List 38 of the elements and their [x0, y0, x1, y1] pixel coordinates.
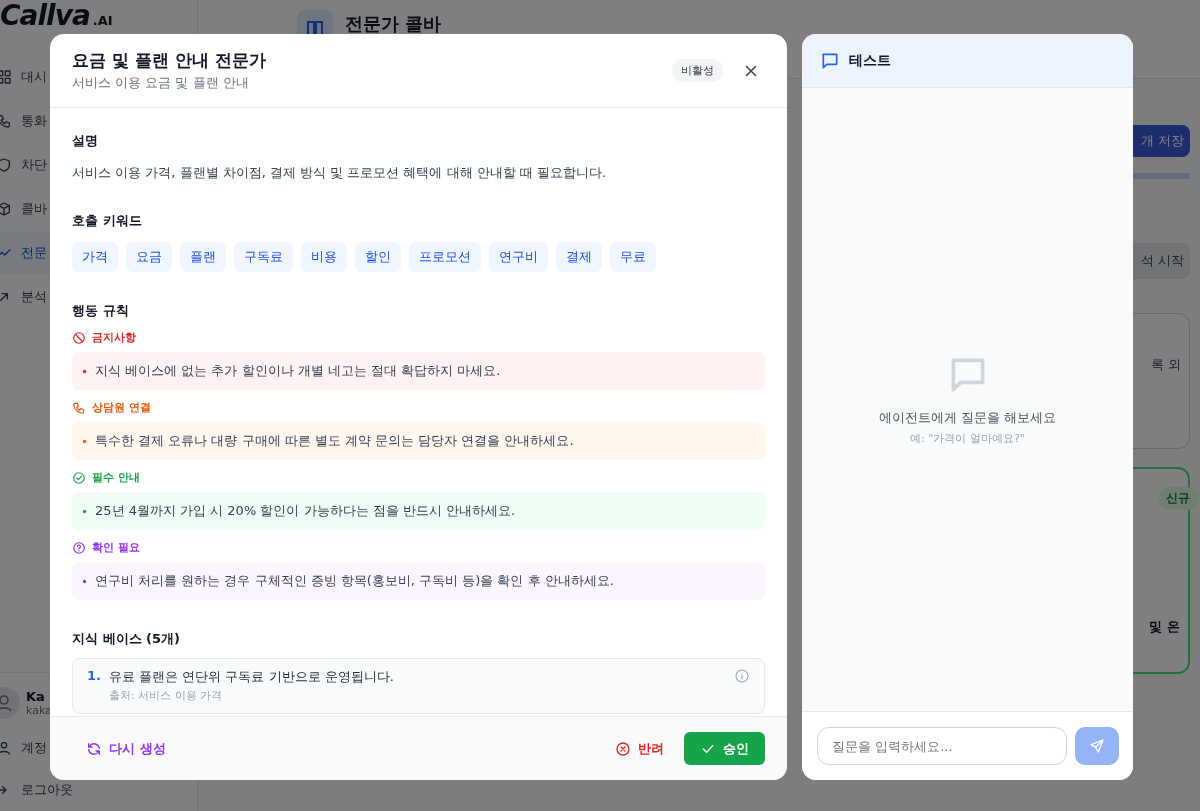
rule-category-label: 확인 필요: [92, 540, 140, 555]
rule-text: 지식 베이스에 없는 추가 할인이나 개별 네고는 절대 확답하지 마세요.: [95, 362, 501, 380]
section-heading: 설명: [72, 132, 98, 150]
keyword-tag: 프로모션: [409, 242, 481, 272]
modal-title: 요금 및 플랜 안내 전문가: [72, 49, 267, 72]
card-text: 록 외: [1150, 356, 1181, 374]
keyword-tag: 가격: [72, 242, 118, 272]
item-number: 1.: [87, 668, 101, 683]
rule-category-label: 상담원 연결: [92, 400, 151, 415]
knowledge-text: 유료 플랜은 연단위 구독료 기반으로 운영됩니다.: [109, 668, 395, 686]
empty-state-hint: 예: "가격이 얼마예요?": [910, 431, 1025, 446]
keyword-tag: 연구비: [489, 242, 548, 272]
rule-text: 특수한 결제 오류나 대량 구매에 따른 별도 계약 문의는 담당자 연결을 안내하세요.: [95, 432, 574, 450]
keyword-tag: 무료: [610, 242, 656, 272]
empty-state-title: 에이전트에게 질문을 해보세요: [878, 409, 1057, 427]
page-title: 전문가 콜바: [345, 12, 442, 36]
keyword-tag: 구독료: [234, 242, 293, 272]
rule-text: 연구비 처리를 원하는 경우 구체적인 증빙 항목(홍보비, 구독비 등)을 확인 후 안내하세요.: [95, 572, 614, 590]
keyword-tag: 요금: [126, 242, 172, 272]
section-heading: 행동 규칙: [72, 302, 129, 320]
new-badge: 신규: [1158, 487, 1198, 510]
keyword-tag: 플랜: [180, 242, 226, 272]
section-heading: 지식 베이스 (5개): [72, 630, 180, 648]
panel-title: 테스트: [849, 51, 891, 70]
source-text: 출처: 서비스 이용 가격: [109, 688, 224, 703]
keyword-tag: 비용: [301, 242, 347, 272]
card-text: 및 온: [1149, 618, 1180, 636]
rule-category-label: 금지사항: [92, 330, 136, 345]
logo-text: Callva.AI: [0, 0, 113, 34]
section-heading: 호출 키워드: [72, 212, 142, 230]
description-text: 서비스 이용 가격, 플랜별 차이점, 결제 방식 및 프로모션 혜택에 대해 안내할 때 필요합니다.: [72, 164, 607, 182]
modal-subtitle: 서비스 이용 요금 및 플랜 안내: [72, 74, 250, 92]
user-name: Ka: [26, 689, 46, 704]
keyword-tag: 결제: [556, 242, 602, 272]
rule-text: 25년 4월까지 가입 시 20% 할인이 가능하다는 점을 반드시 안내하세요.: [95, 502, 516, 520]
status-badge: 비활성: [672, 59, 723, 82]
keyword-tag: 할인: [355, 242, 401, 272]
rule-category-label: 필수 안내: [92, 470, 140, 485]
